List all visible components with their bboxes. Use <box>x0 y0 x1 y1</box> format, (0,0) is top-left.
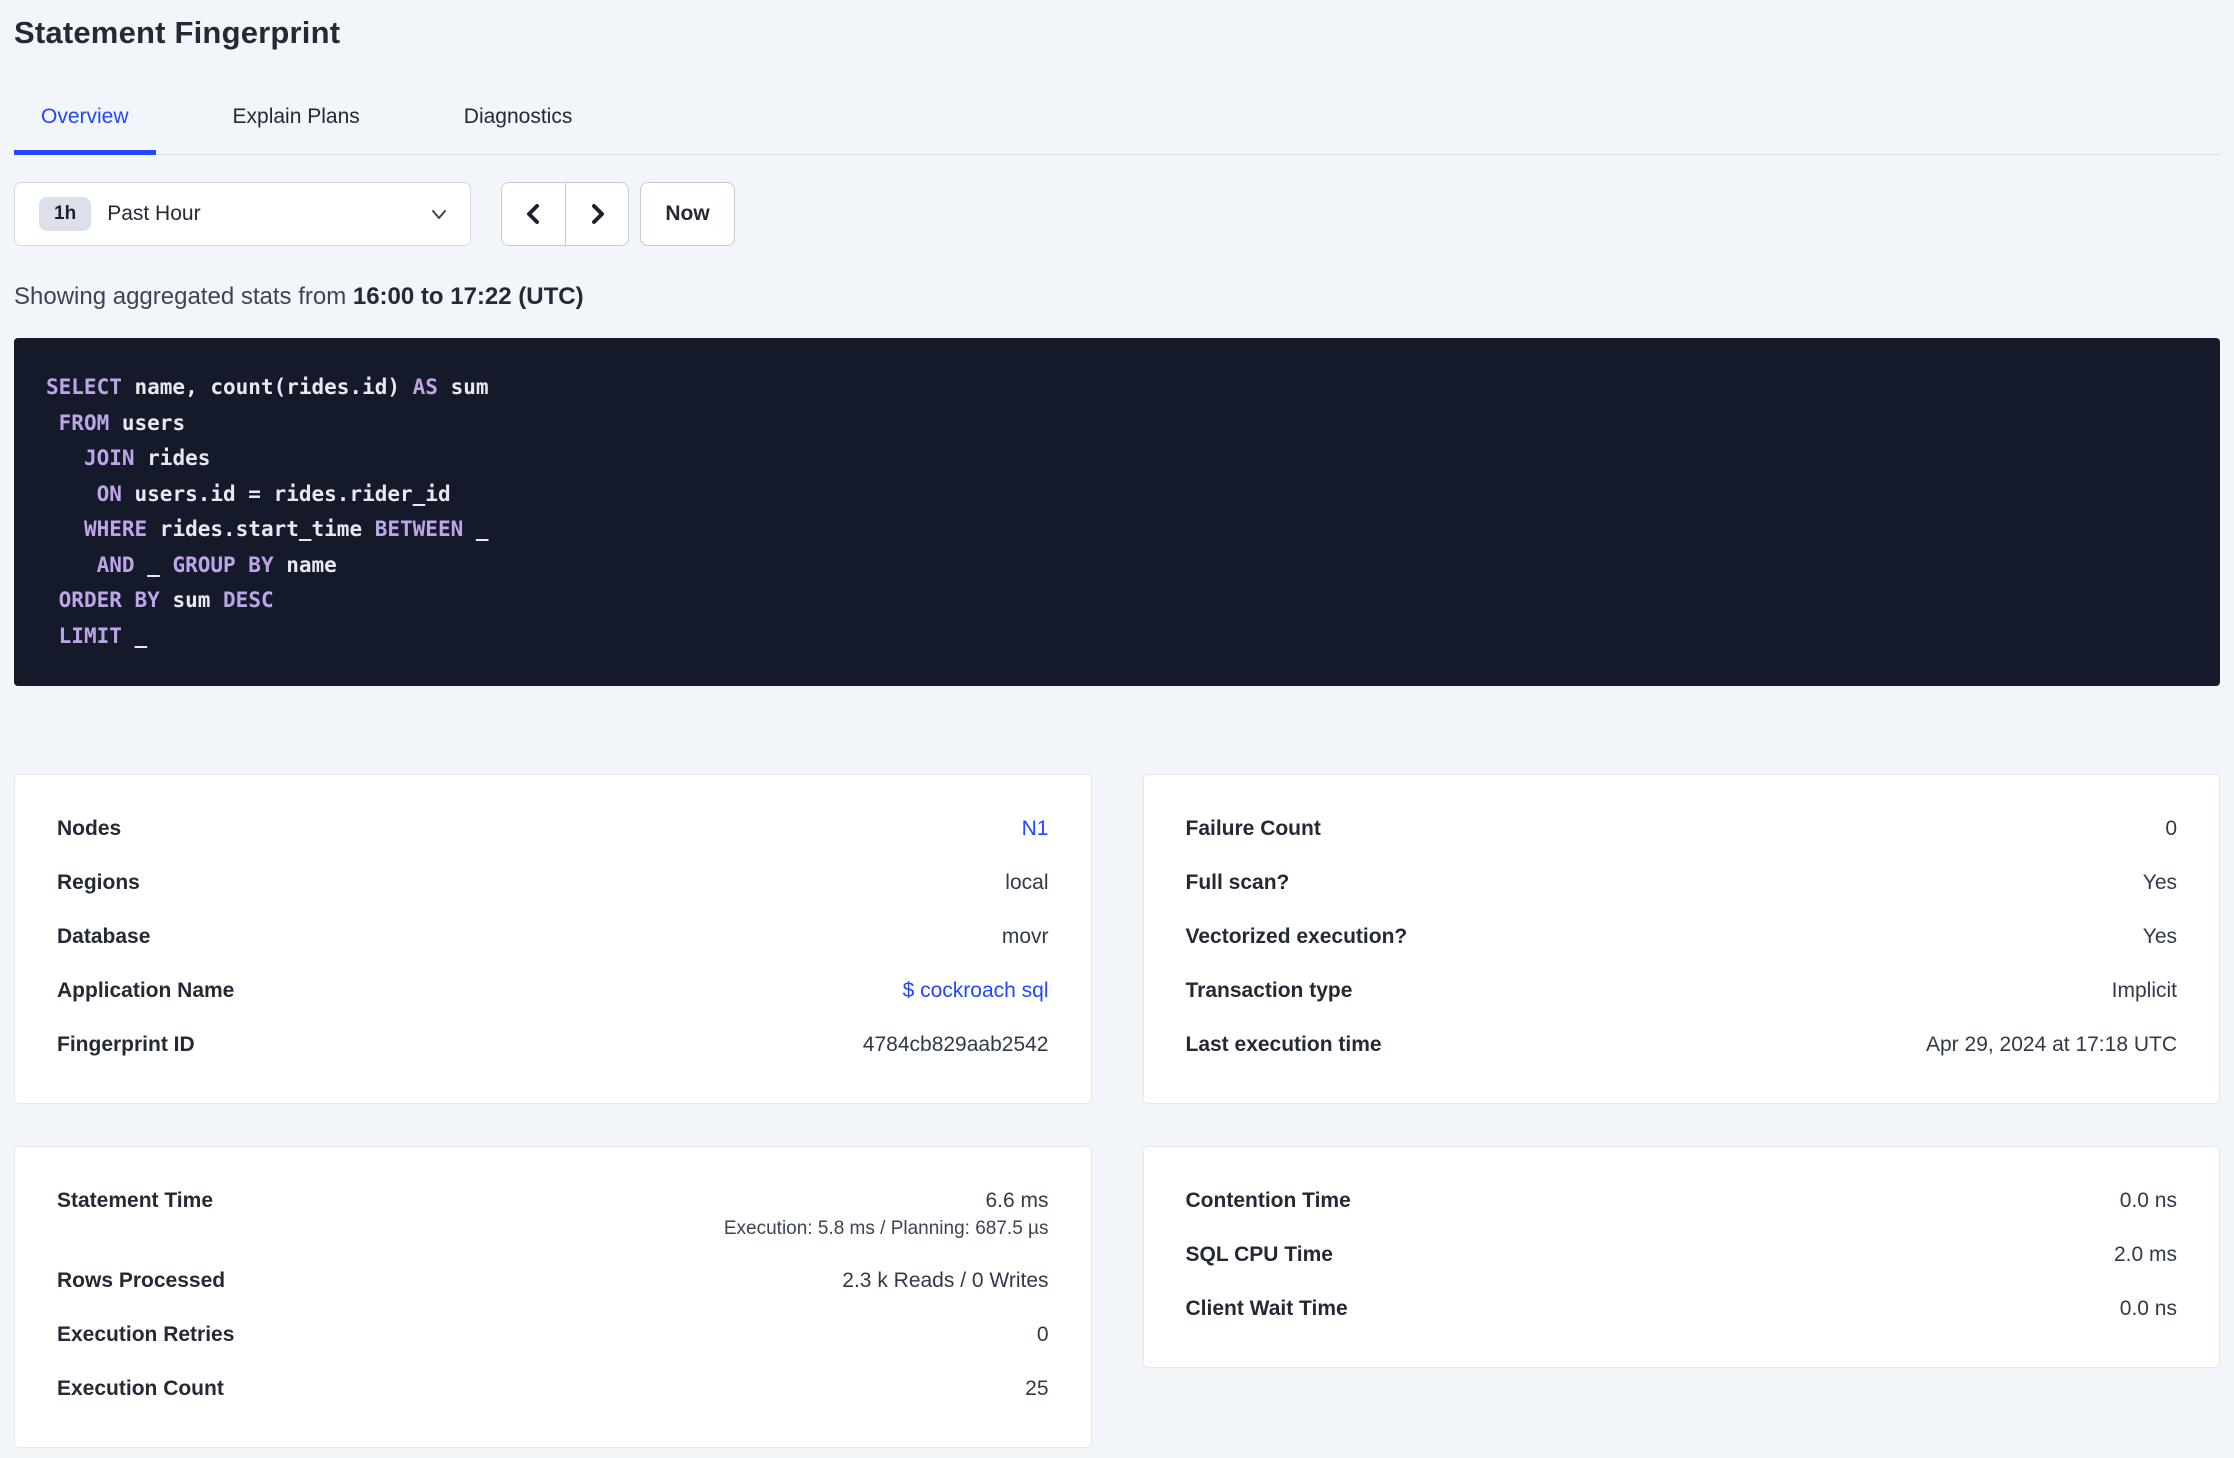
row-label: Execution Count <box>57 1377 224 1400</box>
row-value: movr <box>1001 925 1049 948</box>
aggregated-stats-line: Showing aggregated stats from 16:00 to 1… <box>14 282 2220 312</box>
row-value: Yes <box>2142 925 2177 948</box>
summary-cards: Nodes N1 Regions local Database movr App… <box>14 774 2220 1448</box>
stats-line-prefix: Showing aggregated stats from <box>14 283 353 310</box>
row-label: SQL CPU Time <box>1185 1243 1333 1266</box>
row-value: 0 <box>1036 1323 1049 1346</box>
tab-explain-plans[interactable]: Explain Plans <box>206 104 387 155</box>
row-value: 0.0 ns <box>2119 1189 2177 1212</box>
previous-time-button[interactable] <box>502 183 565 245</box>
statement-times-card: Statement Time 6.6 ms Execution: 5.8 ms … <box>14 1146 1092 1448</box>
nodes-link[interactable]: N1 <box>1022 815 1049 843</box>
next-time-button[interactable] <box>565 183 628 245</box>
detail-row-full-scan: Full scan? Yes <box>1186 869 2178 897</box>
statement-fingerprint-page: Statement Fingerprint Overview Explain P… <box>0 0 2234 1448</box>
row-label: Statement Time <box>57 1189 213 1212</box>
row-value: 4784cb829aab2542 <box>862 1033 1049 1056</box>
detail-row-nodes: Nodes N1 <box>57 815 1049 843</box>
chevron-down-icon <box>428 203 450 225</box>
row-value: Apr 29, 2024 at 17:18 UTC <box>1926 1033 2177 1056</box>
perf-row-client-wait-time: Client Wait Time 0.0 ns <box>1186 1295 2178 1323</box>
row-value: Yes <box>2142 871 2177 894</box>
left-column: Nodes N1 Regions local Database movr App… <box>14 774 1092 1448</box>
time-range-select[interactable]: 1h Past Hour <box>14 182 471 246</box>
detail-row-regions: Regions local <box>57 869 1049 897</box>
row-label: Application Name <box>57 979 235 1002</box>
perf-row-sql-cpu-time: SQL CPU Time 2.0 ms <box>1186 1241 2178 1269</box>
tab-bar: Overview Explain Plans Diagnostics <box>14 104 2220 155</box>
chevron-left-icon <box>521 201 547 227</box>
detail-row-last-execution-time: Last execution time Apr 29, 2024 at 17:1… <box>1186 1031 2178 1059</box>
execution-attributes-card: Failure Count 0 Full scan? Yes Vectorize… <box>1142 774 2220 1104</box>
time-controls: 1h Past Hour Now <box>14 182 2220 246</box>
time-range-label: Past Hour <box>107 202 201 225</box>
row-label: Client Wait Time <box>1185 1297 1348 1320</box>
detail-row-fingerprint-id: Fingerprint ID 4784cb829aab2542 <box>57 1031 1049 1059</box>
row-label: Regions <box>57 871 140 894</box>
statement-time-breakdown: Execution: 5.8 ms / Planning: 687.5 µs <box>723 1218 1049 1239</box>
row-value: 2.0 ms <box>2113 1243 2177 1266</box>
tab-diagnostics[interactable]: Diagnostics <box>437 104 600 155</box>
perf-row-statement-time: Statement Time 6.6 ms Execution: 5.8 ms … <box>57 1187 1049 1241</box>
right-column: Failure Count 0 Full scan? Yes Vectorize… <box>1142 774 2220 1368</box>
row-value: Implicit <box>2111 979 2177 1002</box>
page-title: Statement Fingerprint <box>14 15 341 50</box>
row-label: Execution Retries <box>57 1323 235 1346</box>
row-label: Fingerprint ID <box>57 1033 195 1056</box>
tab-overview[interactable]: Overview <box>14 104 156 155</box>
detail-row-vectorized-execution: Vectorized execution? Yes <box>1186 923 2178 951</box>
application-name-link[interactable]: $ cockroach sql <box>903 977 1049 1005</box>
perf-row-rows-processed: Rows Processed 2.3 k Reads / 0 Writes <box>57 1267 1049 1295</box>
row-label: Contention Time <box>1185 1189 1351 1212</box>
detail-row-application-name: Application Name $ cockroach sql <box>57 977 1049 1005</box>
row-value: 0.0 ns <box>2119 1297 2177 1320</box>
perf-row-execution-count: Execution Count 25 <box>57 1375 1049 1403</box>
row-value: 25 <box>1025 1377 1049 1400</box>
row-label: Vectorized execution? <box>1185 925 1408 948</box>
detail-row-transaction-type: Transaction type Implicit <box>1186 977 2178 1005</box>
row-label: Last execution time <box>1185 1033 1382 1056</box>
statement-details-card: Nodes N1 Regions local Database movr App… <box>14 774 1092 1104</box>
row-value: 0 <box>2165 817 2177 840</box>
time-range-badge: 1h <box>39 197 92 231</box>
row-value: local <box>1005 871 1049 894</box>
row-label: Nodes <box>57 817 122 840</box>
time-step-button-group <box>501 182 629 246</box>
wait-times-card: Contention Time 0.0 ns SQL CPU Time 2.0 … <box>1142 1146 2220 1368</box>
perf-row-execution-retries: Execution Retries 0 <box>57 1321 1049 1349</box>
row-label: Transaction type <box>1185 979 1353 1002</box>
row-label: Full scan? <box>1185 871 1290 894</box>
perf-row-contention-time: Contention Time 0.0 ns <box>1186 1187 2178 1215</box>
now-button[interactable]: Now <box>640 182 735 246</box>
row-label: Failure Count <box>1185 817 1321 840</box>
row-label: Rows Processed <box>57 1269 226 1292</box>
detail-row-failure-count: Failure Count 0 <box>1186 815 2178 843</box>
stats-line-range: 16:00 to 17:22 (UTC) <box>352 283 584 310</box>
row-value: 6.6 ms Execution: 5.8 ms / Planning: 687… <box>724 1187 1049 1241</box>
detail-row-database: Database movr <box>57 923 1049 951</box>
statement-time-value: 6.6 ms <box>985 1189 1049 1212</box>
row-value: 2.3 k Reads / 0 Writes <box>842 1269 1049 1292</box>
chevron-right-icon <box>584 201 610 227</box>
row-label: Database <box>57 925 151 948</box>
sql-statement-block: SELECT name, count(rides.id) AS sum FROM… <box>14 338 2220 686</box>
